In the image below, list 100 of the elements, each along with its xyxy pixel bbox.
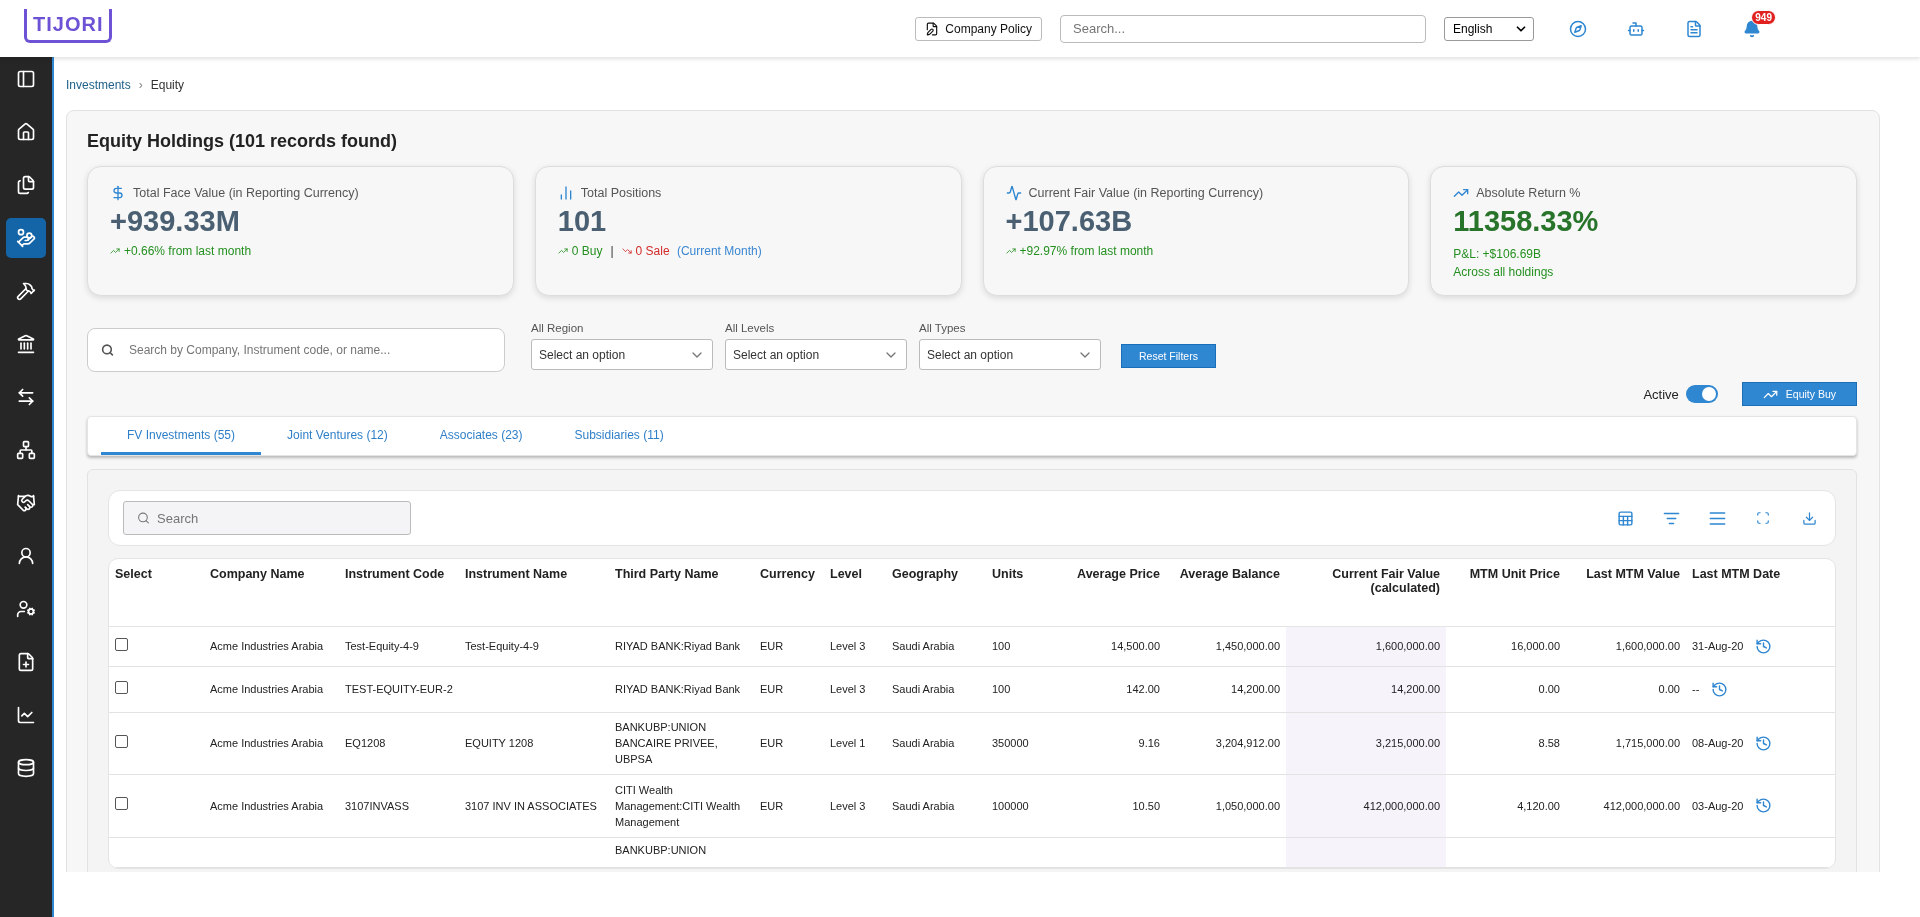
row-checkbox[interactable] [115, 680, 128, 694]
table-cell: Saudi Arabia [892, 737, 955, 749]
table-cell: EUR [760, 640, 784, 652]
table-cell: 0.00 [1658, 683, 1680, 695]
table-cell: Level 1 [830, 737, 866, 749]
table-cell: CITI Wealth Management:CITI Wealth Management [615, 783, 741, 828]
table-cell: Saudi Arabia [892, 683, 955, 695]
column-header: Level [824, 559, 886, 626]
search-field[interactable]: Search by Company, Instrument code, or name... [87, 328, 505, 372]
sale-count: 0 Sale [635, 244, 670, 258]
table-cell: 3,215,000.00 [1375, 737, 1440, 749]
equity-buy-button[interactable]: Equity Buy [1741, 382, 1857, 406]
table-cell: 16,000.00 [1511, 640, 1560, 652]
table-cell: BANKUBP:UNION BANCAIRE PRIVEE, UBPSA [615, 721, 718, 765]
column-header: Instrument Name [459, 559, 609, 626]
breadcrumb-separator: › [138, 78, 143, 92]
table-cell-text: 31-Aug-20 [1692, 639, 1744, 654]
column-header: Last MTM Value [1566, 559, 1686, 626]
card-value: +939.33M [110, 205, 241, 238]
table-cell: Acme Industries Arabia [210, 683, 324, 695]
table-cell: Acme Industries Arabia [210, 640, 324, 652]
history-icon[interactable] [1755, 797, 1773, 814]
active-switch[interactable] [1685, 385, 1718, 403]
tab[interactable]: Associates (23) [413, 417, 549, 455]
table-cell: 3107INVASS [345, 799, 409, 812]
table-cell: Acme Industries Arabia [210, 737, 324, 749]
table-cell: Level 3 [830, 683, 866, 695]
column-header: Third Party Name [609, 559, 754, 626]
row-checkbox[interactable] [115, 734, 128, 748]
table-cell: 8.58 [1538, 737, 1560, 749]
trend-down-icon [621, 246, 632, 256]
history-icon[interactable] [1755, 637, 1773, 655]
table-cell: 0.00 [1538, 683, 1560, 695]
reset-filters-button[interactable]: Reset Filters [1121, 344, 1216, 368]
language-select[interactable]: English [1444, 16, 1534, 41]
filter-label: All Levels [725, 322, 776, 334]
trend-text: +0.66% from last month [124, 244, 252, 258]
period-text: (Current Month) [675, 244, 762, 258]
breadcrumb-current: Equity [150, 78, 185, 92]
table-cell: BANKUBP:UNION [615, 843, 707, 856]
table-cell: Test-Equity-4-9 [465, 640, 539, 652]
table-cell: 1,715,000.00 [1615, 737, 1680, 749]
table-cell-text: 08-Aug-20 [1692, 736, 1744, 751]
table-search-field[interactable]: Search [123, 501, 411, 535]
table-cell: 350000 [992, 737, 1029, 749]
table-cell: 412,000,000.00 [1603, 799, 1680, 812]
buy-count: 0 Buy [571, 244, 603, 258]
card-title: Absolute Return % [1476, 186, 1581, 200]
table-cell: Saudi Arabia [892, 799, 955, 812]
table-cell: RIYAD BANK:Riyad Bank [615, 683, 741, 695]
notification-bell-icon[interactable] [1743, 19, 1761, 38]
trend-text: +92.97% from last month [1019, 244, 1154, 258]
dollar-icon [110, 185, 126, 201]
row-checkbox[interactable] [115, 797, 128, 810]
column-header: Instrument Code [339, 559, 459, 626]
table-cell: Acme Industries Arabia [210, 799, 324, 812]
note-text: Across all holdings [1453, 265, 1554, 279]
table-cell: 100 [992, 683, 1011, 695]
logo[interactable]: TIJORI [24, 8, 113, 43]
table-cell: RIYAD BANK:Riyad Bank [615, 640, 741, 652]
table-cell: 100 [992, 640, 1011, 652]
card-value: +107.63B [1005, 205, 1134, 238]
row-checkbox[interactable] [115, 637, 128, 651]
table-cell: EUR [760, 683, 784, 695]
table-cell: EUR [760, 737, 784, 749]
table-cell: TEST-EQUITY-EUR-2 [345, 683, 453, 695]
table-cell: 1,050,000.00 [1215, 799, 1280, 812]
hand-coins-icon[interactable] [6, 218, 46, 258]
toggle-label: Active [1643, 386, 1679, 402]
table-cell: 14,200.00 [1391, 683, 1440, 695]
filter-select[interactable]: Select an option [531, 339, 713, 370]
column-header: Company Name [204, 559, 339, 626]
card-title: Current Fair Value (in Reporting Currency) [1028, 186, 1264, 200]
filter-select[interactable]: Select an option [919, 339, 1101, 370]
pulse-icon [1005, 185, 1022, 201]
table-cell: Test-Equity-4-9 [345, 640, 419, 652]
table-cell: Level 3 [830, 799, 866, 812]
history-icon[interactable] [1711, 680, 1729, 698]
search-field[interactable]: Search... [1060, 14, 1426, 43]
tab[interactable]: Joint Ventures (12) [261, 417, 414, 455]
table-cell: 4,120.00 [1517, 799, 1560, 812]
company-policy-button[interactable]: Company Policy [915, 16, 1042, 41]
trend-up-icon [557, 246, 568, 256]
card-title: Total Positions [580, 186, 662, 200]
tab[interactable]: FV Investments (55) [101, 417, 262, 455]
filter-label: All Region [531, 322, 585, 334]
table-cell: Level 3 [830, 640, 866, 652]
column-header: Currency [754, 559, 824, 626]
column-header: Current Fair Value (calculated) [1286, 559, 1446, 626]
divider: | [610, 244, 614, 258]
card-title: Total Face Value (in Reporting Currency) [133, 186, 359, 200]
document-pen-icon [925, 21, 940, 36]
filter-select[interactable]: Select an option [725, 339, 907, 370]
history-icon[interactable] [1755, 734, 1773, 752]
table-cell: 3107 INV IN ASSOCIATES [465, 799, 597, 812]
table-cell: 142.00 [1126, 683, 1160, 695]
breadcrumb-link[interactable]: Investments [66, 78, 131, 92]
table-cell: 1,600,000.00 [1375, 640, 1440, 652]
tab[interactable]: Subsidiaries (11) [548, 417, 690, 455]
card-value: 11358.33% [1453, 205, 1600, 238]
